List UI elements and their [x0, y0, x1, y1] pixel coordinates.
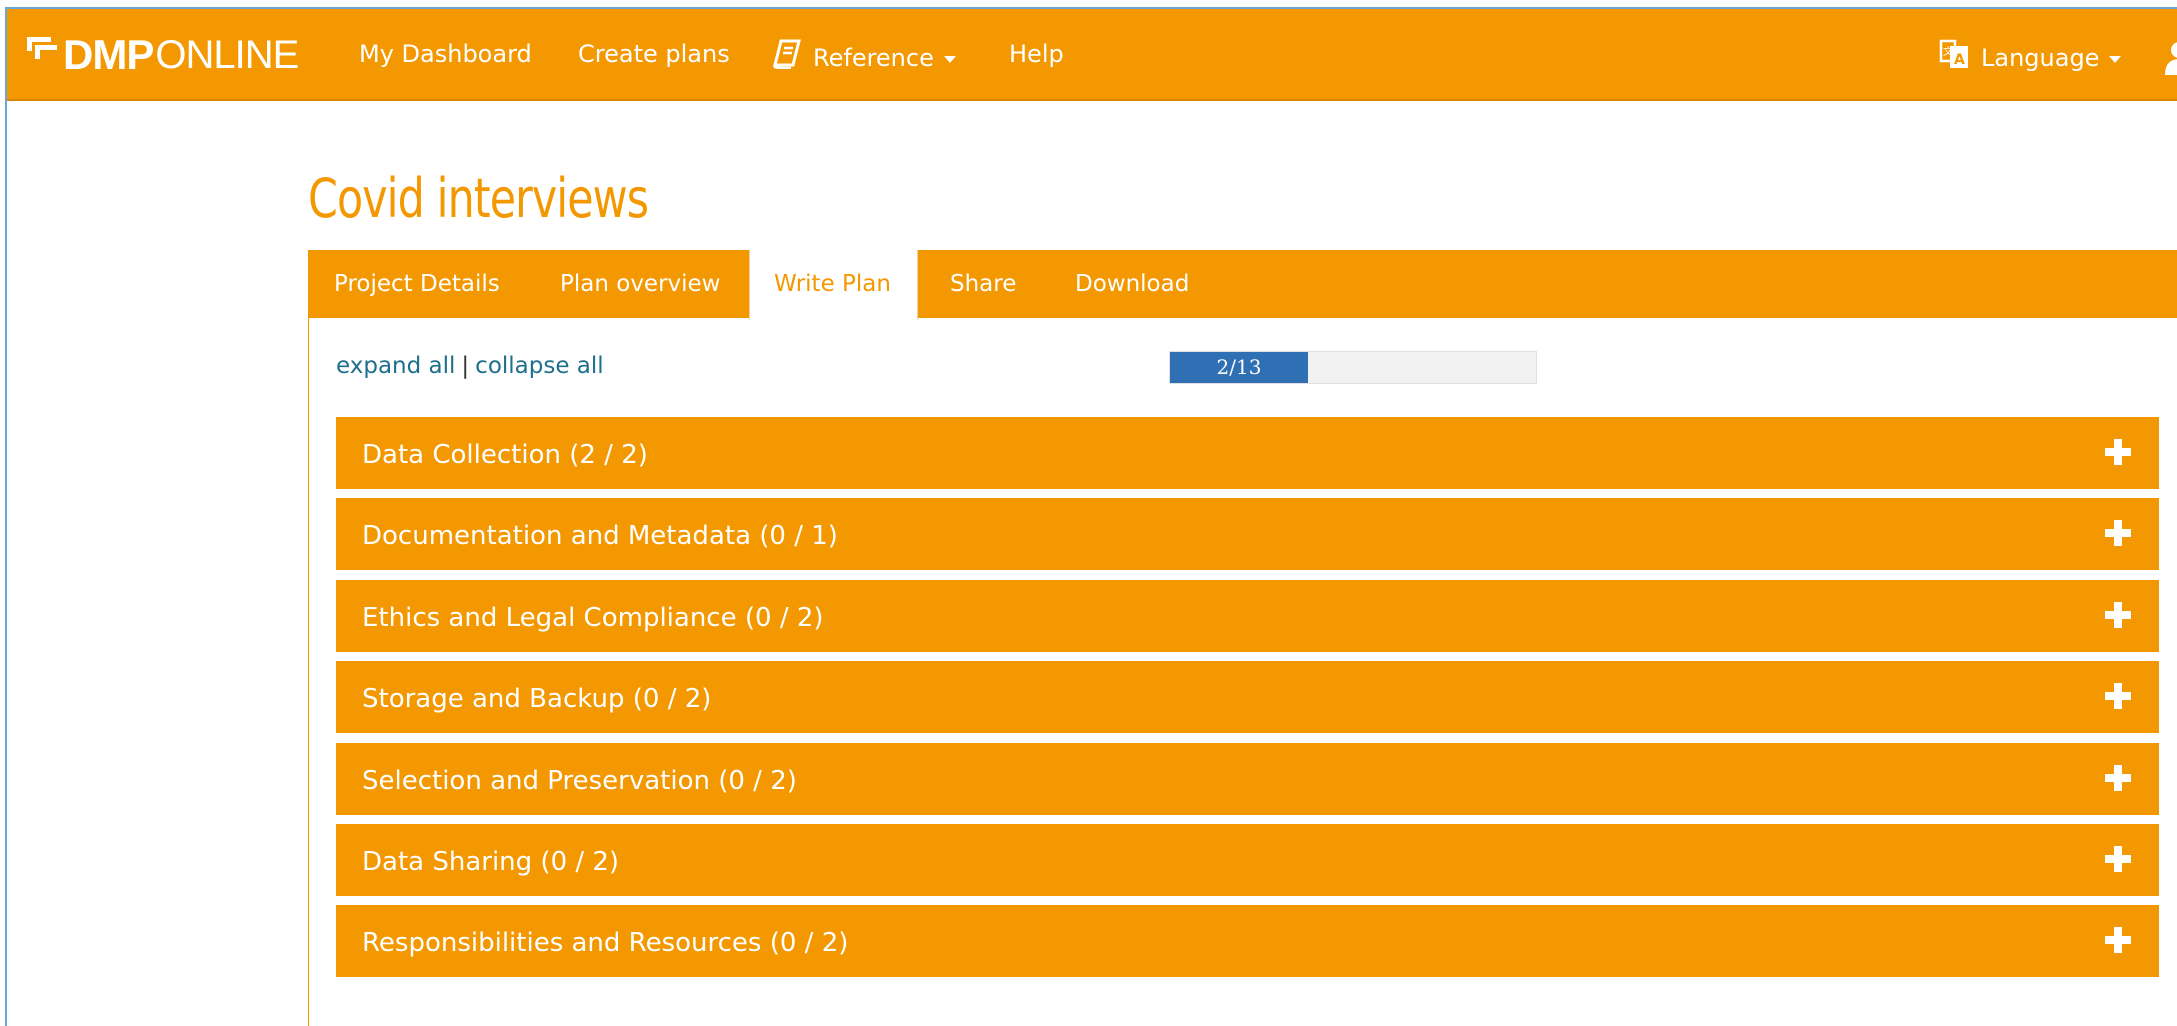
plan-panel: Project Details Plan overview Write Plan…: [308, 250, 2177, 1026]
plus-icon[interactable]: [2105, 927, 2131, 953]
plus-icon[interactable]: [2105, 602, 2131, 628]
tab-plan-overview-label: Plan overview: [560, 271, 721, 297]
plus-icon[interactable]: [2105, 520, 2131, 546]
chevron-down-icon: [943, 56, 956, 63]
section-title: Documentation and Metadata (0 / 1): [362, 521, 838, 551]
language-dropdown[interactable]: A 文 Language: [1939, 39, 2122, 76]
svg-text:文: 文: [1943, 45, 1953, 58]
tab-download-label: Download: [1075, 271, 1190, 297]
expand-collapse-controls: expand all | collapse all: [336, 353, 604, 379]
nav-create-plans[interactable]: Create plans: [578, 39, 730, 69]
section-title: Ethics and Legal Compliance (0 / 2): [362, 603, 824, 633]
nav-reference-label: Reference: [813, 43, 934, 72]
collapse-all-link[interactable]: collapse all: [475, 353, 604, 379]
section-title: Selection and Preservation (0 / 2): [362, 766, 797, 796]
expand-collapse-separator: |: [461, 353, 470, 379]
section-title: Data Collection (2 / 2): [362, 440, 648, 470]
logo-mark-icon: [27, 35, 61, 75]
top-navbar: DMP ONLINE My Dashboard Create plans Ref…: [7, 9, 2177, 101]
expand-all-link[interactable]: expand all: [336, 353, 455, 379]
answered-progress-bar: 2/13: [1169, 351, 1537, 384]
nav-help-label: Help: [1009, 40, 1064, 68]
progress-fill: 2/13: [1170, 352, 1308, 383]
section-storage-backup[interactable]: Storage and Backup (0 / 2): [336, 661, 2159, 733]
section-title: Responsibilities and Resources (0 / 2): [362, 928, 849, 958]
logo-text-online: ONLINE: [155, 32, 299, 77]
progress-label: 2/13: [1216, 355, 1262, 379]
plus-icon[interactable]: [2105, 765, 2131, 791]
tab-project-details-label: Project Details: [334, 271, 500, 297]
language-label: Language: [1981, 43, 2100, 72]
tab-plan-overview[interactable]: Plan overview: [560, 250, 721, 318]
tab-write-plan[interactable]: Write Plan: [749, 250, 918, 320]
section-title: Storage and Backup (0 / 2): [362, 684, 712, 714]
nav-create-plans-label: Create plans: [578, 40, 730, 68]
section-data-sharing[interactable]: Data Sharing (0 / 2): [336, 824, 2159, 896]
section-data-collection[interactable]: Data Collection (2 / 2): [336, 417, 2159, 489]
plus-icon[interactable]: [2105, 846, 2131, 872]
nav-help[interactable]: Help: [1009, 39, 1064, 69]
tab-share-label: Share: [950, 271, 1017, 297]
dmponline-logo[interactable]: DMP ONLINE: [27, 25, 299, 85]
nav-my-dashboard[interactable]: My Dashboard: [359, 39, 532, 69]
plan-tabs: Project Details Plan overview Write Plan…: [309, 250, 2177, 320]
plus-icon[interactable]: [2105, 683, 2131, 709]
browser-frame: DMP ONLINE My Dashboard Create plans Ref…: [5, 7, 2177, 1026]
plus-icon[interactable]: [2105, 439, 2131, 465]
book-icon: [773, 39, 801, 76]
section-ethics-legal[interactable]: Ethics and Legal Compliance (0 / 2): [336, 580, 2159, 652]
language-icon: A 文: [1939, 39, 1969, 76]
svg-text:A: A: [1954, 52, 1965, 68]
section-responsibilities-resources[interactable]: Responsibilities and Resources (0 / 2): [336, 905, 2159, 977]
tab-project-details[interactable]: Project Details: [334, 250, 500, 318]
tab-share[interactable]: Share: [950, 250, 1016, 318]
nav-my-dashboard-label: My Dashboard: [359, 40, 532, 68]
tab-write-plan-label: Write Plan: [774, 271, 891, 297]
tab-download[interactable]: Download: [1075, 250, 1189, 318]
section-title: Data Sharing (0 / 2): [362, 847, 620, 877]
page-title: Covid interviews: [308, 167, 649, 230]
nav-reference-dropdown[interactable]: Reference: [773, 39, 956, 76]
chevron-down-icon: [2109, 56, 2122, 63]
section-selection-preservation[interactable]: Selection and Preservation (0 / 2): [336, 743, 2159, 815]
user-icon[interactable]: [2165, 41, 2177, 79]
logo-text-dmp: DMP: [63, 31, 154, 78]
section-documentation-metadata[interactable]: Documentation and Metadata (0 / 1): [336, 498, 2159, 570]
